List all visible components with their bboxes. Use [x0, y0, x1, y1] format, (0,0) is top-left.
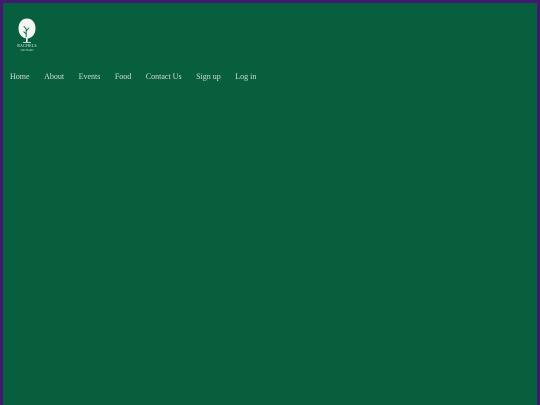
page-background: RACHELS ORCHARD Home About Events Food C…: [3, 3, 537, 405]
main-navigation: Home About Events Food Contact Us Sign u…: [10, 71, 256, 83]
nav-link-home[interactable]: Home: [10, 71, 30, 83]
nav-link-sign-up[interactable]: Sign up: [196, 71, 221, 83]
nav-link-events[interactable]: Events: [79, 71, 101, 83]
tree-icon: [18, 18, 36, 43]
brand-name: RACHELS: [17, 43, 37, 48]
nav-link-contact-us[interactable]: Contact Us: [146, 71, 182, 83]
home-logo-link[interactable]: RACHELS ORCHARD: [13, 17, 41, 57]
brand-tagline: ORCHARD: [20, 49, 34, 52]
nav-link-food[interactable]: Food: [115, 71, 131, 83]
nav-link-about[interactable]: About: [44, 71, 64, 83]
nav-link-log-in[interactable]: Log in: [235, 71, 256, 83]
